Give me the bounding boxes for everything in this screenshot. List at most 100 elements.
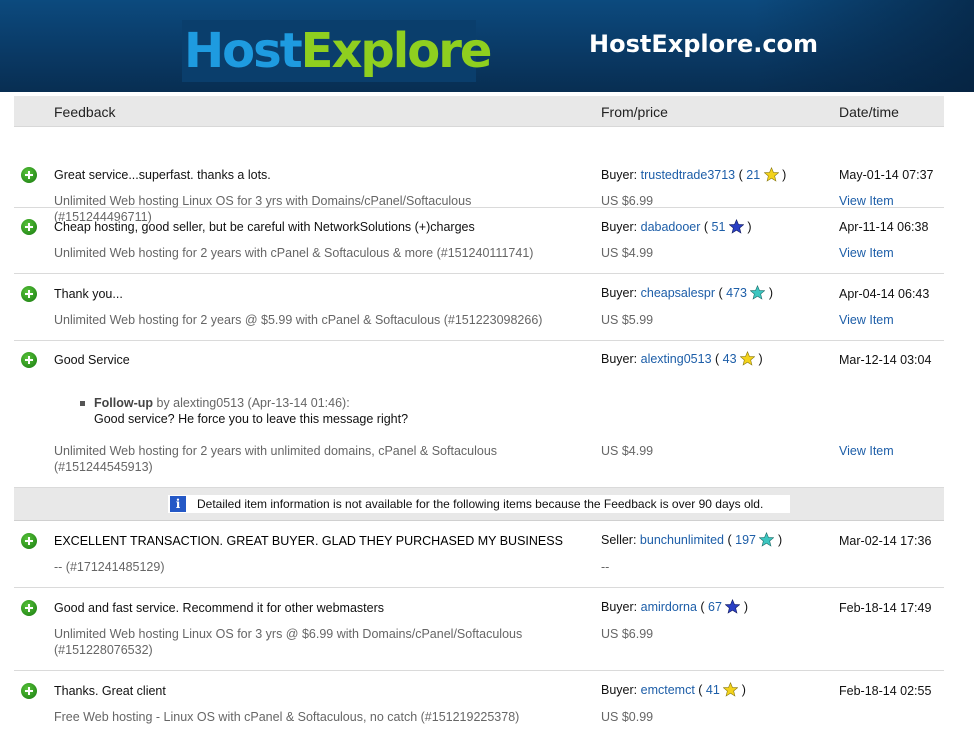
- score-link[interactable]: 51: [712, 220, 726, 234]
- feedback-comment: EXCELLENT TRANSACTION. GREAT BUYER. GLAD…: [54, 534, 563, 548]
- from-cell: Seller: bunchunlimited ( 197 ): [601, 532, 783, 547]
- feedback-comment: Thanks. Great client: [54, 684, 166, 698]
- score-link[interactable]: 41: [706, 683, 720, 697]
- from-cell: Buyer: emctemct ( 41 ): [601, 682, 746, 697]
- view-item-link[interactable]: View Item: [839, 245, 894, 261]
- item-title: Unlimited Web hosting for 2 years with c…: [54, 246, 534, 260]
- plus-circle-icon: [21, 352, 37, 368]
- score-link[interactable]: 67: [708, 600, 722, 614]
- plus-circle-icon: [21, 167, 37, 183]
- date-time: Mar-02-14 17:36: [839, 534, 932, 548]
- feedback-comment: Good and fast service. Recommend it for …: [54, 601, 385, 615]
- table-row: Good and fast service. Recommend it for …: [14, 588, 944, 671]
- table-row: EXCELLENT TRANSACTION. GREAT BUYER. GLAD…: [14, 521, 944, 588]
- item-title: -- (#171241485129): [54, 560, 165, 574]
- score-link[interactable]: 473: [726, 286, 747, 300]
- role-label: Buyer:: [601, 168, 638, 182]
- site-banner: HostExplore HostExplore.com: [0, 0, 974, 92]
- item-number: (#151244545913): [54, 460, 153, 474]
- user-link[interactable]: amirdorna: [641, 600, 697, 614]
- user-link[interactable]: alexting0513: [641, 352, 712, 366]
- plus-circle-icon: [21, 683, 37, 699]
- role-label: Buyer:: [601, 683, 638, 697]
- price: US $5.99: [601, 313, 654, 327]
- star-icon: [728, 219, 744, 234]
- role-label: Buyer:: [601, 286, 638, 300]
- table-row: Thank you... Unlimited Web hosting for 2…: [14, 274, 944, 341]
- user-link[interactable]: emctemct: [641, 683, 695, 697]
- date-time: Apr-04-14 06:43: [839, 287, 930, 301]
- from-cell: Buyer: cheapsalespr ( 473 ): [601, 285, 774, 300]
- from-cell: Buyer: dabadooer ( 51 ): [601, 219, 752, 234]
- feedback-comment: Thank you...: [54, 287, 123, 301]
- score-link[interactable]: 21: [746, 168, 760, 182]
- bullet-icon: [80, 401, 85, 406]
- plus-circle-icon: [21, 600, 37, 616]
- table-row: Great service...superfast. thanks a lots…: [14, 127, 944, 224]
- user-link[interactable]: dabadooer: [641, 220, 701, 234]
- logo-host: Host: [184, 23, 303, 79]
- user-link[interactable]: cheapsalespr: [641, 286, 715, 300]
- date-time: May-01-14 07:37: [839, 168, 934, 182]
- star-icon: [740, 351, 756, 366]
- feedback-comment: Good Service: [54, 353, 130, 367]
- follow-up-text: Good service? He force you to leave this…: [94, 412, 409, 426]
- view-item-link[interactable]: View Item: [839, 312, 894, 328]
- score-link[interactable]: 197: [735, 533, 756, 547]
- date-time: Apr-11-14 06:38: [839, 220, 929, 234]
- price: US $4.99: [601, 246, 654, 260]
- role-label: Buyer:: [601, 352, 638, 366]
- info-notice: i Detailed item information is not avail…: [14, 488, 944, 521]
- header-date-time[interactable]: Date/time: [839, 104, 899, 120]
- price: --: [601, 560, 610, 574]
- header-feedback[interactable]: Feedback: [54, 104, 115, 120]
- price: US $4.99: [601, 444, 654, 458]
- user-link[interactable]: bunchunlimited: [640, 533, 724, 547]
- header-from-price[interactable]: From/price: [601, 104, 668, 120]
- table-row: Thanks. Great client Free Web hosting - …: [14, 671, 944, 731]
- feedback-comment: Cheap hosting, good seller, but be caref…: [54, 220, 475, 234]
- date-time: Feb-18-14 17:49: [839, 601, 932, 615]
- star-icon: [763, 167, 779, 182]
- plus-circle-icon: [21, 219, 37, 235]
- role-label: Buyer:: [601, 220, 638, 234]
- price: US $0.99: [601, 710, 654, 724]
- feedback-comment: Great service...superfast. thanks a lots…: [54, 168, 271, 182]
- score-link[interactable]: 43: [723, 352, 737, 366]
- user-link[interactable]: trustedtrade3713: [641, 168, 736, 182]
- date-time: Feb-18-14 02:55: [839, 684, 932, 698]
- logo-explore: Explore: [300, 23, 493, 79]
- site-name: HostExplore.com: [589, 30, 819, 58]
- star-icon: [723, 682, 739, 697]
- follow-up-by: by alexting0513 (Apr-13-14 01:46):: [156, 396, 350, 410]
- role-label: Buyer:: [601, 600, 638, 614]
- star-icon: [750, 285, 766, 300]
- feedback-table: Feedback From/price Date/time Great serv…: [14, 96, 944, 731]
- price: US $6.99: [601, 627, 654, 641]
- star-icon: [759, 532, 775, 547]
- item-title: Free Web hosting - Linux OS with cPanel …: [54, 710, 520, 724]
- view-item-link[interactable]: View Item: [839, 443, 894, 459]
- info-icon: i: [170, 496, 186, 512]
- item-number: (#151228076532): [54, 643, 153, 657]
- from-cell: Buyer: amirdorna ( 67 ): [601, 599, 749, 614]
- star-icon: [725, 599, 741, 614]
- view-item-link[interactable]: View Item: [839, 193, 894, 209]
- item-title: Unlimited Web hosting Linux OS for 3 yrs…: [54, 194, 472, 208]
- role-label: Seller:: [601, 533, 637, 547]
- follow-up-label: Follow-up: [94, 396, 154, 410]
- table-row: Good Service Follow-up by alexting0513 (…: [14, 341, 944, 488]
- plus-circle-icon: [21, 286, 37, 302]
- notice-text: Detailed item information is not availab…: [197, 497, 764, 511]
- price: US $6.99: [601, 194, 654, 208]
- follow-up: Follow-up by alexting0513 (Apr-13-14 01:…: [80, 395, 409, 427]
- item-title: Unlimited Web hosting for 2 years @ $5.9…: [54, 313, 543, 327]
- plus-circle-icon: [21, 533, 37, 549]
- date-time: Mar-12-14 03:04: [839, 353, 932, 367]
- item-title: Unlimited Web hosting for 2 years with u…: [54, 444, 498, 458]
- table-row: Cheap hosting, good seller, but be caref…: [14, 208, 944, 274]
- from-cell: Buyer: alexting0513 ( 43 ): [601, 351, 763, 366]
- hostexplore-logo[interactable]: HostExplore: [184, 21, 493, 81]
- item-title: Unlimited Web hosting Linux OS for 3 yrs…: [54, 627, 523, 641]
- table-header: Feedback From/price Date/time: [14, 96, 944, 127]
